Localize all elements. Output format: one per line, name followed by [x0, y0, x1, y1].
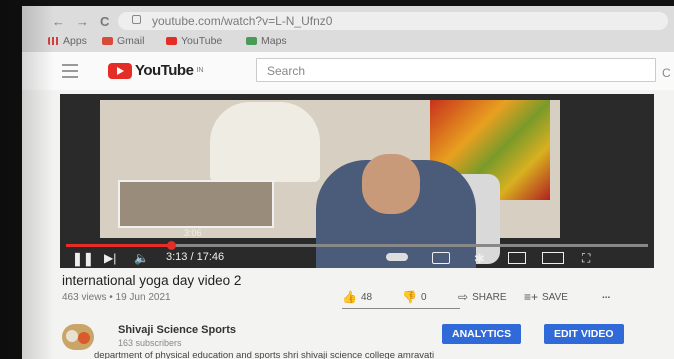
video-player[interactable]: 3:06 ❚❚ ▶| 🔈 3:13 / 17:46 ✱ ⛶ — [60, 94, 654, 268]
reload-icon[interactable]: C — [100, 14, 109, 29]
next-icon[interactable]: ▶| — [104, 251, 116, 265]
volume-icon[interactable]: 🔈 — [134, 251, 149, 265]
bookmark-label: Maps — [261, 35, 287, 47]
settings-icon[interactable]: ✱ — [474, 251, 485, 267]
share-label: SHARE — [472, 291, 507, 303]
theater-icon[interactable] — [542, 252, 564, 264]
seek-preview-thumbnail — [118, 180, 274, 228]
progress-bar[interactable] — [66, 241, 648, 250]
video-title: international yoga day video 2 — [62, 273, 242, 288]
video-frame-head — [362, 154, 420, 214]
autoplay-toggle[interactable] — [386, 253, 408, 261]
share-button[interactable]: ⇨ SHARE — [458, 290, 507, 304]
photo-frame: ← → C youtube.com/watch?v=L-N_Ufnz0 Apps… — [0, 0, 674, 359]
like-button[interactable]: 👍 48 — [342, 290, 372, 304]
sentiment-bar — [342, 308, 460, 309]
lock-icon — [132, 15, 141, 24]
video-frame-bust — [210, 102, 320, 182]
more-actions-button[interactable]: ... — [602, 290, 610, 301]
search-placeholder: Search — [267, 64, 306, 78]
seek-preview-time: 3:06 — [184, 228, 202, 238]
bookmark-maps[interactable]: Maps — [246, 34, 287, 48]
analytics-button[interactable]: ANALYTICS — [442, 324, 522, 344]
gmail-icon — [102, 37, 113, 45]
address-url[interactable]: youtube.com/watch?v=L-N_Ufnz0 — [152, 14, 332, 28]
bookmark-label: Gmail — [117, 35, 145, 47]
bookmark-label: YouTube — [181, 35, 223, 47]
thumbs-down-icon: 👎 — [402, 290, 417, 304]
youtube-region: IN — [196, 67, 204, 74]
channel-name[interactable]: Shivaji Science Sports — [118, 324, 236, 336]
miniplayer-icon[interactable] — [508, 252, 526, 264]
apps-grid-icon — [48, 37, 59, 45]
search-edge-char: C — [662, 66, 671, 80]
video-views-date: 463 views • 19 Jun 2021 — [62, 292, 171, 303]
bookmark-label: Apps — [63, 35, 87, 47]
fullscreen-icon[interactable]: ⛶ — [582, 251, 590, 266]
menu-icon[interactable] — [62, 64, 78, 78]
progress-played — [66, 244, 171, 247]
player-controls: ❚❚ ▶| 🔈 3:13 / 17:46 ✱ ⛶ — [60, 250, 654, 268]
maps-icon — [246, 37, 257, 45]
video-description: department of physical education and spo… — [94, 350, 435, 359]
browser-chrome: ← → C youtube.com/watch?v=L-N_Ufnz0 Apps… — [22, 6, 674, 52]
youtube-header: YouTube IN Search C — [22, 52, 674, 90]
time-display: 3:13 / 17:46 — [166, 251, 225, 263]
edit-video-button[interactable]: EDIT VIDEO — [544, 324, 624, 344]
like-count: 48 — [360, 291, 373, 303]
save-button[interactable]: ≡+ SAVE — [524, 290, 568, 304]
browser-screen: ← → C youtube.com/watch?v=L-N_Ufnz0 Apps… — [22, 6, 674, 359]
share-icon: ⇨ — [458, 290, 469, 304]
youtube-logo-text: YouTube — [135, 62, 194, 79]
thumbs-up-icon: 👍 — [342, 290, 357, 304]
youtube-icon — [166, 37, 177, 45]
bookmark-apps[interactable]: Apps — [48, 34, 87, 48]
dislike-count: 0 — [420, 291, 427, 303]
save-label: SAVE — [542, 291, 568, 303]
subtitles-icon[interactable] — [432, 252, 450, 264]
bookmark-youtube[interactable]: YouTube — [166, 34, 222, 48]
channel-avatar[interactable] — [62, 324, 94, 350]
search-input[interactable]: Search — [256, 58, 656, 82]
bookmark-gmail[interactable]: Gmail — [102, 34, 144, 48]
youtube-logo[interactable]: YouTube IN — [108, 62, 203, 79]
dislike-button[interactable]: 👎 0 — [402, 290, 427, 304]
progress-scrubber[interactable] — [166, 241, 176, 250]
pause-icon[interactable]: ❚❚ — [72, 251, 94, 267]
forward-icon[interactable]: → — [76, 14, 89, 29]
channel-subscribers: 163 subscribers — [118, 338, 182, 348]
save-playlist-icon: ≡+ — [524, 290, 539, 304]
back-icon[interactable]: ← — [52, 14, 65, 29]
youtube-play-icon — [108, 62, 132, 79]
